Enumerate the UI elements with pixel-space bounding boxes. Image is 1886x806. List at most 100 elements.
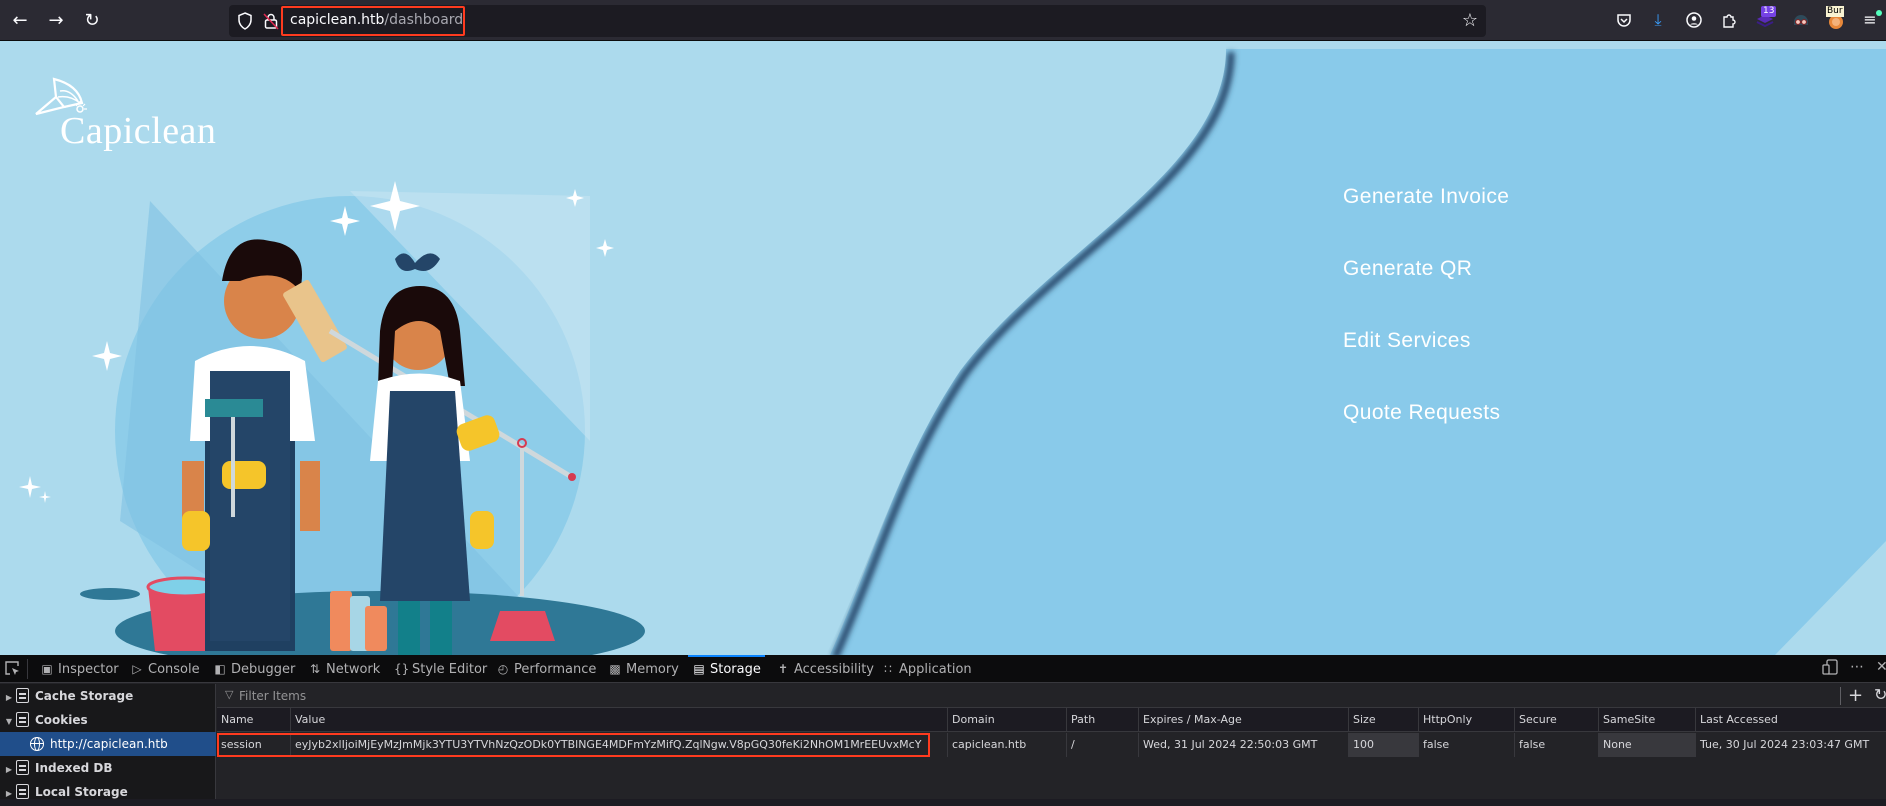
url-path: /dashboard bbox=[384, 12, 464, 28]
tab-network[interactable]: ⇅ Network bbox=[308, 655, 380, 683]
dashboard-page: Capiclean Generate Invoice Generate QR E… bbox=[0, 41, 1886, 655]
refresh-icon[interactable]: ↻ bbox=[1874, 685, 1886, 704]
storage-icon: ▤ bbox=[693, 662, 705, 676]
account-icon[interactable] bbox=[1682, 8, 1706, 32]
tree-local-storage[interactable]: ▶ Local Storage bbox=[0, 780, 216, 804]
inspector-icon: ▣ bbox=[41, 662, 53, 676]
tab-inspector[interactable]: ▣ Inspector bbox=[40, 655, 118, 683]
bookmark-star-icon[interactable]: ☆ bbox=[1462, 10, 1478, 31]
burp-icon[interactable]: Bur bbox=[1824, 6, 1848, 32]
console-icon: ▷ bbox=[132, 662, 142, 676]
storage-icon bbox=[16, 784, 29, 799]
menu-icon[interactable]: ≡ bbox=[1858, 8, 1882, 32]
insecure-lock-icon[interactable] bbox=[263, 12, 279, 30]
table-row[interactable]: session eyJyb2xlIjoiMjEyMzJmMjk3YTU3YTVh… bbox=[217, 733, 1886, 757]
pocket-icon[interactable] bbox=[1612, 8, 1636, 32]
column-header-expires[interactable]: Expires / Max-Age bbox=[1138, 708, 1348, 732]
cell-name[interactable]: session bbox=[217, 733, 290, 757]
url-text[interactable]: capiclean.htb/dashboard bbox=[290, 12, 463, 28]
devtools-tabbar: ▣ Inspector ▷ Console ◧ Debugger ⇅ Network {… bbox=[0, 655, 1886, 683]
close-devtools-icon[interactable]: ✕ bbox=[1876, 659, 1886, 675]
responsive-design-icon[interactable] bbox=[1822, 659, 1838, 679]
dashboard-menu: Generate Invoice Generate QR Edit Servic… bbox=[1343, 177, 1509, 465]
column-header-httponly[interactable]: HttpOnly bbox=[1418, 708, 1514, 732]
cell-value[interactable]: eyJyb2xlIjoiMjEyMzJmMjk3YTU3YTVhNzQzODk0… bbox=[290, 733, 930, 757]
cell-secure[interactable]: false bbox=[1514, 733, 1598, 757]
back-icon[interactable]: ← bbox=[8, 9, 32, 33]
url-bar[interactable]: capiclean.htb/dashboard ☆ bbox=[229, 5, 1486, 37]
cell-last-accessed[interactable]: Tue, 30 Jul 2024 23:03:47 GMT bbox=[1695, 733, 1886, 757]
chevron-right-icon[interactable]: ▶ bbox=[2, 782, 16, 806]
storage-icon bbox=[16, 760, 29, 775]
menu-generate-invoice[interactable]: Generate Invoice bbox=[1343, 177, 1509, 249]
tab-storage[interactable]: ▤ Storage bbox=[688, 655, 765, 683]
style-editor-icon: {} bbox=[394, 662, 410, 676]
memory-icon: ▩ bbox=[609, 662, 621, 676]
page-background bbox=[0, 41, 1886, 655]
forward-icon[interactable]: → bbox=[44, 9, 68, 33]
performance-icon: ◴ bbox=[497, 662, 509, 676]
storage-sidebar: ▶ Cache Storage ▼ Cookies http://capiclean… bbox=[0, 684, 216, 799]
menu-quote-requests[interactable]: Quote Requests bbox=[1343, 393, 1509, 465]
burp-label: Bur bbox=[1826, 6, 1844, 17]
cell-path[interactable]: / bbox=[1066, 733, 1138, 757]
tab-debugger[interactable]: ◧ Debugger bbox=[213, 655, 295, 683]
column-header-name[interactable]: Name bbox=[217, 708, 290, 732]
devtools-panel: ▣ Inspector ▷ Console ◧ Debugger ⇅ Network {… bbox=[0, 655, 1886, 799]
filter-icon: ▽ bbox=[225, 688, 234, 701]
extensions-icon[interactable] bbox=[1717, 8, 1741, 32]
cell-size[interactable]: 100 bbox=[1348, 733, 1418, 757]
foxyproxy-icon[interactable] bbox=[1789, 8, 1813, 32]
tab-accessibility[interactable]: ✝ Accessibility bbox=[776, 655, 874, 683]
browser-toolbar: ← → ↻ capiclean.htb/dashboard ☆ ⤓ 13 Bur… bbox=[0, 0, 1886, 41]
reload-icon[interactable]: ↻ bbox=[80, 9, 104, 33]
column-header-path[interactable]: Path bbox=[1066, 708, 1138, 732]
tab-console[interactable]: ▷ Console bbox=[130, 655, 199, 683]
column-header-last-accessed[interactable]: Last Accessed bbox=[1695, 708, 1886, 732]
extension-badge-count: 13 bbox=[1761, 6, 1777, 17]
chevron-down-icon[interactable]: ▼ bbox=[2, 710, 16, 734]
filter-bar: ▽ + ↻ bbox=[217, 684, 1886, 708]
tree-indexed-db[interactable]: ▶ Indexed DB bbox=[0, 756, 216, 780]
logo-text[interactable]: Capiclean bbox=[60, 109, 216, 153]
column-header-samesite[interactable]: SameSite bbox=[1598, 708, 1695, 732]
toolbar-divider bbox=[1840, 687, 1841, 705]
storage-icon bbox=[16, 712, 29, 727]
column-header-size[interactable]: Size bbox=[1348, 708, 1418, 732]
column-header-secure[interactable]: Secure bbox=[1514, 708, 1598, 732]
network-icon: ⇅ bbox=[309, 662, 321, 676]
tab-application[interactable]: ∷ Application bbox=[881, 655, 971, 683]
menu-edit-services[interactable]: Edit Services bbox=[1343, 321, 1509, 393]
storage-icon bbox=[16, 688, 29, 703]
tab-performance[interactable]: ◴ Performance bbox=[496, 655, 597, 683]
shield-icon[interactable] bbox=[237, 12, 253, 30]
url-host: capiclean.htb bbox=[290, 12, 385, 28]
tab-memory[interactable]: ▩ Memory bbox=[608, 655, 679, 683]
tree-cookies[interactable]: ▼ Cookies bbox=[0, 708, 216, 732]
accessibility-icon: ✝ bbox=[777, 662, 789, 676]
tree-cookie-origin[interactable]: http://capiclean.htb bbox=[0, 732, 216, 756]
downloads-icon[interactable]: ⤓ bbox=[1646, 8, 1670, 32]
globe-icon bbox=[30, 737, 44, 751]
tree-cache-storage[interactable]: ▶ Cache Storage bbox=[0, 684, 216, 708]
table-header: Name Value Domain Path Expires / Max-Age… bbox=[217, 708, 1886, 732]
column-header-value[interactable]: Value bbox=[290, 708, 930, 732]
cookies-panel: ▽ + ↻ Name Value Domain Path Expires / M… bbox=[217, 684, 1886, 799]
tab-style-editor[interactable]: {} Style Editor bbox=[394, 655, 487, 683]
filter-items-input[interactable] bbox=[239, 686, 839, 706]
cell-samesite[interactable]: None bbox=[1598, 733, 1695, 757]
cell-expires[interactable]: Wed, 31 Jul 2024 22:50:03 GMT bbox=[1138, 733, 1348, 757]
more-options-icon[interactable]: ⋯ bbox=[1850, 659, 1864, 675]
chevron-right-icon[interactable]: ▶ bbox=[2, 758, 16, 782]
debugger-icon: ◧ bbox=[214, 662, 226, 676]
column-header-domain[interactable]: Domain bbox=[947, 708, 1066, 732]
application-icon: ∷ bbox=[884, 662, 892, 676]
ublock-extension-icon[interactable]: 13 bbox=[1753, 6, 1777, 32]
cell-domain[interactable]: capiclean.htb bbox=[947, 733, 1066, 757]
toolbar-divider bbox=[27, 659, 28, 679]
cell-httponly[interactable]: false bbox=[1418, 733, 1514, 757]
add-item-icon[interactable]: + bbox=[1848, 685, 1863, 706]
chevron-right-icon[interactable]: ▶ bbox=[2, 686, 16, 710]
menu-generate-qr[interactable]: Generate QR bbox=[1343, 249, 1509, 321]
element-picker-icon[interactable] bbox=[4, 660, 22, 678]
